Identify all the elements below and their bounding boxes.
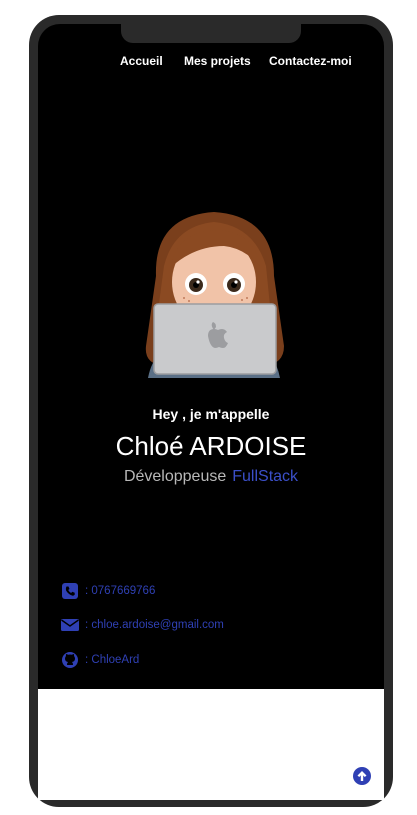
contact-email[interactable]: : chloe.ardoise@gmail.com — [61, 616, 224, 634]
nav-item-mes-projets[interactable]: Mes projets — [184, 54, 251, 68]
contact-email-text: : chloe.ardoise@gmail.com — [85, 619, 224, 631]
nav-item-accueil[interactable]: Accueil — [120, 54, 163, 68]
phone-icon — [62, 583, 78, 599]
contact-phone-text: : 0767669766 — [85, 585, 156, 597]
contact-github-text: : ChloeArd — [85, 654, 140, 666]
nav-item-contactez-moi[interactable]: Contactez-moi — [269, 54, 352, 68]
phone-notch — [121, 24, 301, 43]
footer-panel — [38, 689, 384, 800]
envelope-icon — [61, 619, 79, 631]
role-accent-text: FullStack — [232, 468, 299, 485]
contact-github[interactable]: : ChloeArd — [61, 651, 139, 669]
hero-role: Développeuse FullStack — [38, 468, 384, 486]
arrow-up-circle-icon[interactable] — [353, 767, 371, 785]
github-icon — [62, 652, 78, 668]
hero-name: Chloé ARDOISE — [115, 431, 307, 461]
greeting-text: Hey , je m'appelle — [152, 406, 270, 422]
memoji-avatar-image — [145, 212, 284, 378]
top-nav: Accueil Mes projets Contactez-moi — [38, 54, 384, 74]
role-main-text: Développeuse — [123, 468, 227, 485]
contact-phone[interactable]: : 0767669766 — [61, 582, 155, 600]
